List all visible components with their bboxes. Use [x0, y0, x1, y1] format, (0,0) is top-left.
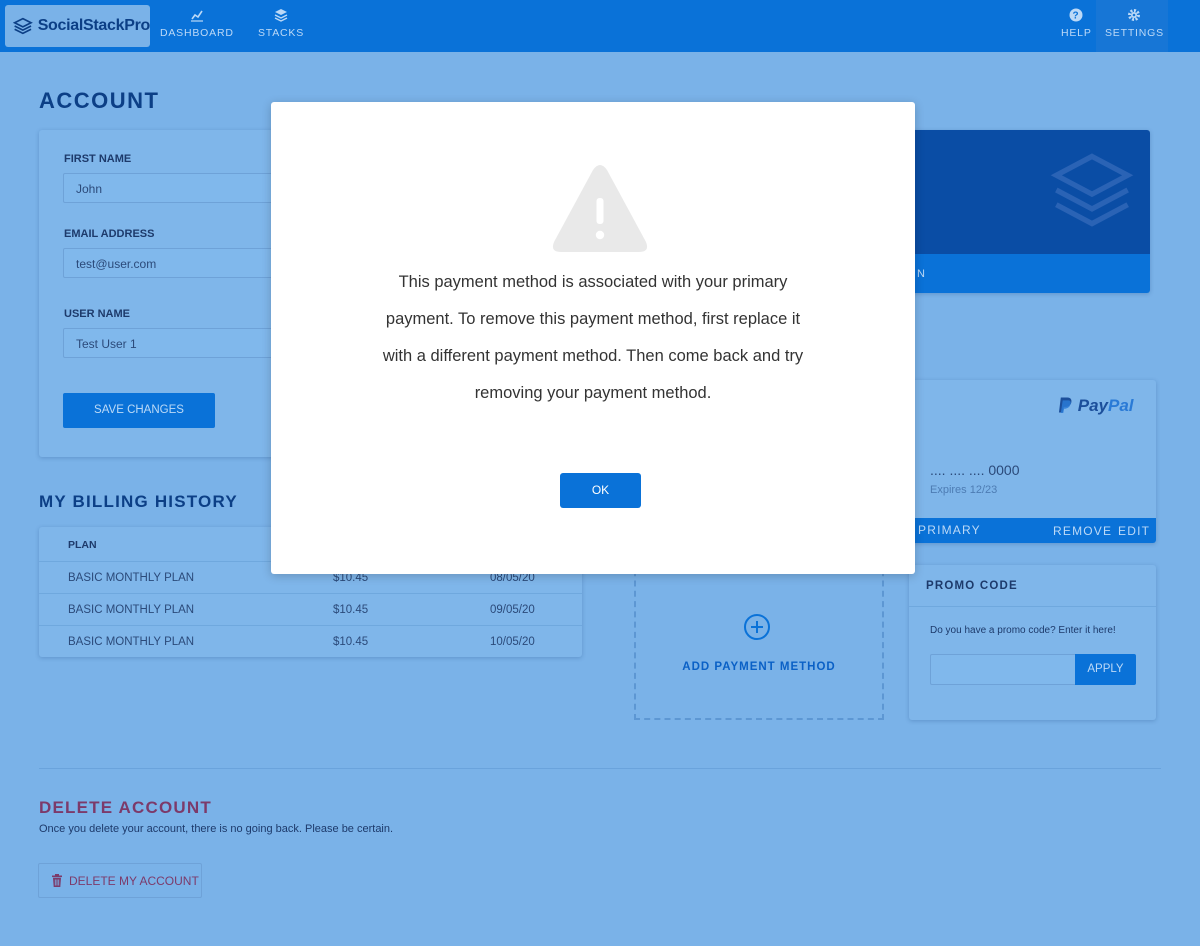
paypal-p-icon — [1058, 397, 1072, 413]
nav-dashboard-label: DASHBOARD — [160, 27, 234, 39]
table-row: BASIC MONTHLY PLAN $10.45 10/05/20 — [39, 625, 582, 657]
card-expiry: Expires 12/23 — [930, 484, 998, 496]
plus-circle-icon — [744, 614, 770, 640]
paypal-logo: PayPal — [1058, 396, 1134, 416]
svg-text:?: ? — [1073, 11, 1080, 22]
delete-account-title: DELETE ACCOUNT — [39, 798, 212, 817]
column-header-plan: PLAN — [68, 539, 97, 551]
warning-icon — [552, 165, 648, 252]
table-row: BASIC MONTHLY PLAN $10.45 09/05/20 — [39, 593, 582, 625]
delete-account-button-label: DELETE MY ACCOUNT — [69, 873, 199, 888]
ok-button[interactable]: OK — [560, 473, 641, 508]
promo-code-input[interactable] — [930, 654, 1076, 685]
stack-watermark-icon — [1050, 153, 1134, 227]
promo-code-prompt: Do you have a promo code? Enter it here! — [930, 625, 1116, 636]
delete-account-warning: Once you delete your account, there is n… — [39, 823, 394, 835]
help-icon: ? — [1069, 8, 1083, 22]
modal-message: This payment method is associated with y… — [382, 273, 804, 402]
add-payment-method-button[interactable]: ADD PAYMENT METHOD — [634, 560, 884, 720]
nav-dashboard[interactable]: DASHBOARD — [160, 8, 234, 39]
top-nav: SocialStackPro DASHBOARD STACKS ? HELP S… — [0, 0, 1200, 52]
section-divider — [39, 768, 1161, 769]
nav-help-label: HELP — [1061, 27, 1092, 39]
nav-stacks-label: STACKS — [258, 27, 305, 39]
apply-promo-button[interactable]: APPLY — [1075, 654, 1136, 685]
billing-history-title: MY BILLING HISTORY — [39, 492, 238, 511]
email-label: EMAIL ADDRESS — [64, 228, 155, 240]
chart-line-icon — [190, 10, 203, 22]
cell-amount: $10.45 — [333, 604, 369, 616]
edit-payment-button[interactable]: EDIT — [1118, 524, 1150, 538]
username-label: USER NAME — [64, 308, 131, 320]
stack-logo-icon — [13, 17, 33, 35]
payment-card-paypal: PayPal .... .... .... 0000 Expires 12/23… — [898, 380, 1156, 543]
paypal-pal-text: Pal — [1107, 396, 1134, 415]
cell-plan: BASIC MONTHLY PLAN — [68, 572, 195, 584]
trash-icon — [52, 874, 62, 887]
cell-amount: $10.45 — [333, 636, 369, 648]
remove-payment-button[interactable]: REMOVE — [1053, 524, 1112, 538]
add-payment-method-label: ADD PAYMENT METHOD — [682, 661, 836, 673]
save-changes-button[interactable]: SAVE CHANGES — [63, 393, 215, 428]
gear-icon — [1128, 9, 1141, 21]
cell-date: 09/05/20 — [490, 604, 535, 616]
cell-date: 10/05/20 — [490, 636, 535, 648]
logo-text: SocialStackPro — [37, 17, 151, 34]
nav-stacks[interactable]: STACKS — [258, 8, 304, 39]
warning-modal: This payment method is associated with y… — [271, 102, 915, 574]
promo-code-card: PROMO CODE Do you have a promo code? Ent… — [909, 565, 1156, 720]
delete-account-button[interactable]: DELETE MY ACCOUNT — [38, 863, 202, 898]
plan-card-footer-text: N — [917, 268, 926, 280]
promo-code-title: PROMO CODE — [926, 580, 1018, 592]
primary-badge: PRIMARY — [918, 523, 981, 537]
account-title: ACCOUNT — [39, 88, 160, 113]
first-name-label: FIRST NAME — [64, 153, 132, 165]
nav-settings-label: SETTINGS — [1105, 27, 1164, 39]
cell-plan: BASIC MONTHLY PLAN — [68, 636, 195, 648]
cell-plan: BASIC MONTHLY PLAN — [68, 604, 195, 616]
logo[interactable]: SocialStackPro — [5, 5, 150, 47]
payment-card-actions: PRIMARY REMOVE EDIT — [898, 518, 1156, 543]
nav-settings[interactable]: SETTINGS — [1105, 8, 1164, 39]
nav-help[interactable]: ? HELP — [1061, 8, 1092, 39]
paypal-pay-text: Pay — [1077, 396, 1108, 415]
divider — [909, 606, 1156, 607]
card-number: .... .... .... 0000 — [930, 462, 1020, 478]
layers-icon — [274, 9, 288, 22]
